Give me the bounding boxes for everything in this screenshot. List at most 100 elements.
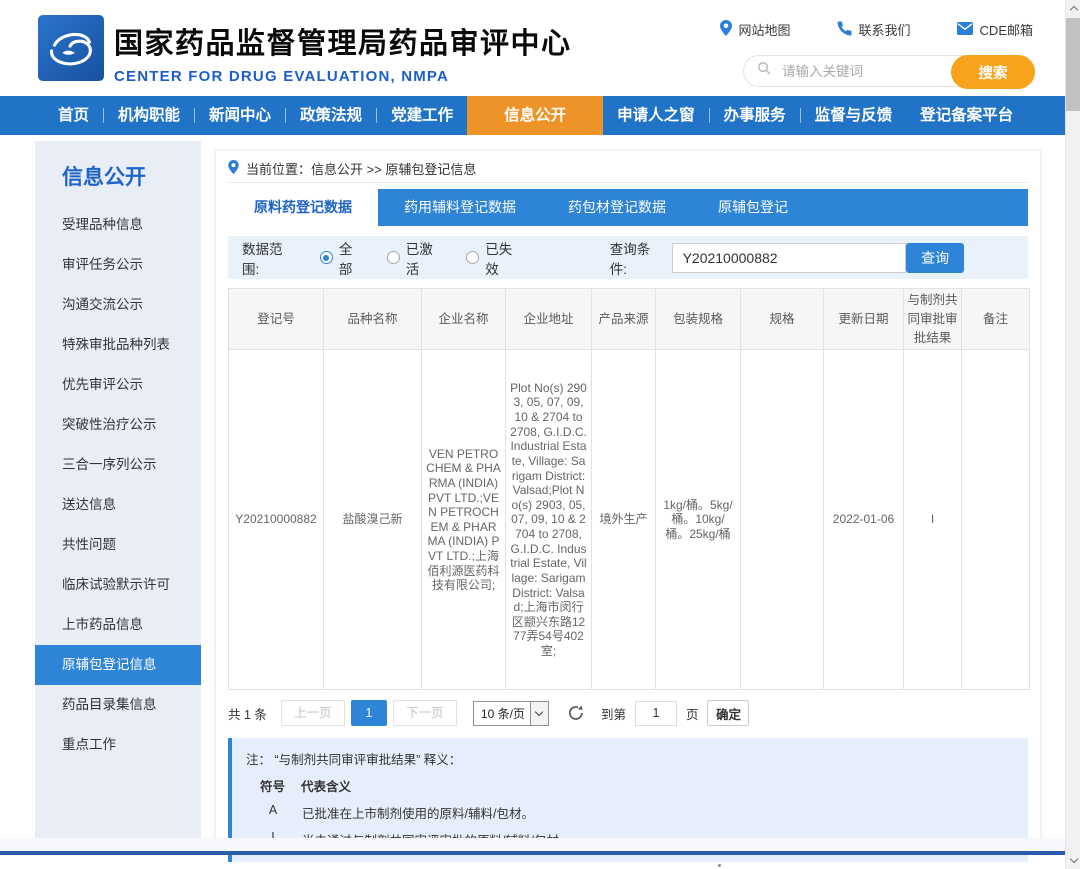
cell-reg-no: Y20210000882 (229, 350, 324, 690)
tab-packaging-material-data[interactable]: 药包材登记数据 (542, 189, 692, 226)
envelope-icon (957, 22, 973, 38)
sitemap-link[interactable]: 网站地图 (720, 20, 791, 39)
sidebar-item-three-in-one[interactable]: 三合一序列公示 (35, 445, 201, 485)
cde-logo-icon[interactable] (38, 15, 104, 81)
radio-unselected-icon (387, 251, 400, 264)
sidebar-item-raw-material-registration[interactable]: 原辅包登记信息 (35, 645, 201, 685)
main-nav: 首页 机构职能 新闻中心 政策法规 党建工作 信息公开 申请人之窗 办事服务 监… (0, 96, 1080, 135)
confirm-button[interactable]: 确定 (707, 700, 749, 726)
cell-joint-approval-result: I (904, 350, 962, 690)
radio-label-inactive: 已失效 (485, 238, 521, 278)
sidebar-item-drug-catalog[interactable]: 药品目录集信息 (35, 685, 201, 725)
query-condition-input[interactable] (672, 243, 907, 273)
radio-selected-icon (320, 251, 333, 264)
search-button[interactable]: 搜索 (951, 55, 1035, 89)
sidebar-item-priority-review[interactable]: 优先审评公示 (35, 365, 201, 405)
note-col-symbol: 符号 (260, 776, 285, 795)
filter-bar: 数据范围: 全部 已激活 已失效 查询条件: 查询 (228, 236, 1028, 279)
note-row-a: A 已批准在上市制剂使用的原料/辅料/包材。 (246, 803, 1014, 822)
breadcrumb-pin-icon (228, 160, 239, 177)
sidebar-item-marketed-drugs[interactable]: 上市药品信息 (35, 605, 201, 645)
table-header-row: 登记号 品种名称 企业名称 企业地址 产品来源 包装规格 规格 更新日期 与制剂… (229, 289, 1030, 350)
sitemap-label: 网站地图 (739, 20, 791, 39)
col-header-remarks: 备注 (962, 289, 1030, 350)
nav-item-registration-platform[interactable]: 登记备案平台 (906, 96, 1027, 135)
page-size-select[interactable]: 10 条/页 (473, 701, 549, 726)
sidebar-item-common-issues[interactable]: 共性问题 (35, 525, 201, 565)
tab-excipient-data[interactable]: 药用辅料登记数据 (378, 189, 542, 226)
site-subtitle: CENTER FOR DRUG EVALUATION, NMPA (114, 68, 572, 85)
tab-raw-material-data[interactable]: 原料药登记数据 (228, 189, 378, 226)
results-table: 登记号 品种名称 企业名称 企业地址 产品来源 包装规格 规格 更新日期 与制剂… (228, 288, 1030, 690)
bottom-strip (0, 838, 1080, 851)
query-button[interactable]: 查询 (906, 243, 964, 273)
col-header-variety-name: 品种名称 (324, 289, 422, 350)
pagination: 共 1 条 上一页 1 下一页 10 条/页 到第 页 确定 (228, 700, 1028, 726)
data-tabs: 原料药登记数据 药用辅料登记数据 药包材登记数据 原辅包登记 (228, 189, 1028, 226)
col-header-update-date: 更新日期 (824, 289, 904, 350)
footer-dot (718, 864, 721, 867)
nav-item-news[interactable]: 新闻中心 (195, 96, 285, 135)
col-header-reg-no: 登记号 (229, 289, 324, 350)
radio-option-all[interactable]: 全部 (320, 238, 363, 278)
site-search: 搜索 (743, 55, 1035, 87)
location-pin-icon (720, 20, 732, 39)
breadcrumb: 当前位置：信息公开 >> 原辅包登记信息 (228, 155, 1028, 183)
prev-page-button[interactable]: 上一页 (281, 700, 345, 726)
col-header-company-address: 企业地址 (506, 289, 592, 350)
main-area: 信息公开 受理品种信息 审评任务公示 沟通交流公示 特殊审批品种列表 优先审评公… (0, 135, 1080, 852)
tab-raw-aux-pack-registration[interactable]: 原辅包登记 (692, 189, 814, 226)
cell-variety-name: 盐酸溴己新 (324, 350, 422, 690)
sidebar-item-communication[interactable]: 沟通交流公示 (35, 285, 201, 325)
sidebar-item-accepted-varieties[interactable]: 受理品种信息 (35, 205, 201, 245)
mail-link[interactable]: CDE邮箱 (957, 20, 1033, 39)
goto-page-unit: 页 (686, 704, 699, 723)
nav-item-info-disclosure[interactable]: 信息公开 (467, 96, 603, 135)
vertical-scrollbar[interactable] (1065, 0, 1080, 869)
nav-item-functions[interactable]: 机构职能 (104, 96, 194, 135)
scope-label: 数据范围: (242, 238, 296, 278)
radio-unselected-icon (466, 251, 479, 264)
col-header-spec: 规格 (741, 289, 824, 350)
sidebar-item-review-tasks[interactable]: 审评任务公示 (35, 245, 201, 285)
scrollbar-thumb[interactable] (1066, 18, 1080, 111)
cell-product-source: 境外生产 (592, 350, 656, 690)
col-header-company-name: 企业名称 (422, 289, 506, 350)
search-icon (757, 61, 772, 81)
page-number-1[interactable]: 1 (351, 700, 387, 726)
note-meaning-a: 已批准在上市制剂使用的原料/辅料/包材。 (302, 803, 534, 822)
cell-packaging-spec: 1kg/桶。5kg/桶。10kg/桶。25kg/桶 (656, 350, 741, 690)
nav-item-party[interactable]: 党建工作 (377, 96, 467, 135)
footer-divider (0, 851, 1080, 855)
site-header: 国家药品监督管理局药品审评中心 CENTER FOR DRUG EVALUATI… (0, 0, 1080, 96)
cell-company-address: Plot No(s) 2903, 05, 07, 09, 10 & 2704 t… (506, 350, 592, 690)
sidebar-item-breakthrough-therapy[interactable]: 突破性治疗公示 (35, 405, 201, 445)
sidebar-item-key-work[interactable]: 重点工作 (35, 725, 201, 765)
scroll-up-icon[interactable] (1066, 0, 1080, 17)
nav-item-supervision[interactable]: 监督与反馈 (801, 96, 907, 135)
cell-spec (741, 350, 824, 690)
sidebar-item-special-approval[interactable]: 特殊审批品种列表 (35, 325, 201, 365)
goto-page-input[interactable] (635, 701, 677, 726)
scroll-down-icon[interactable] (1066, 852, 1080, 869)
note-title: 注： “与制剂共同审评审批结果” 释义： (246, 749, 1014, 768)
sidebar-item-clinical-trial-license[interactable]: 临床试验默示许可 (35, 565, 201, 605)
radio-option-inactive[interactable]: 已失效 (466, 238, 521, 278)
page: 国家药品监督管理局药品审评中心 CENTER FOR DRUG EVALUATI… (0, 0, 1080, 869)
sidebar-item-delivery-info[interactable]: 送达信息 (35, 485, 201, 525)
note-col-meaning: 代表含义 (301, 776, 351, 795)
refresh-icon[interactable] (567, 704, 585, 722)
nav-item-policy[interactable]: 政策法规 (286, 96, 376, 135)
radio-option-active[interactable]: 已激活 (387, 238, 442, 278)
nav-item-home[interactable]: 首页 (44, 96, 103, 135)
contact-link[interactable]: 联系我们 (837, 20, 911, 39)
col-header-joint-approval-result: 与制剂共同审批审批结果 (904, 289, 962, 350)
breadcrumb-label: 当前位置：信息公开 >> 原辅包登记信息 (246, 159, 476, 178)
next-page-button[interactable]: 下一页 (393, 700, 457, 726)
table-row: Y20210000882 盐酸溴己新 VEN PETROCHEM & PHARM… (229, 350, 1030, 690)
goto-page-label: 到第 (601, 704, 626, 723)
nav-item-services[interactable]: 办事服务 (710, 96, 800, 135)
note-symbol-a: A (260, 803, 286, 822)
dropdown-arrow-icon (530, 702, 548, 725)
nav-item-applicant[interactable]: 申请人之窗 (603, 96, 709, 135)
